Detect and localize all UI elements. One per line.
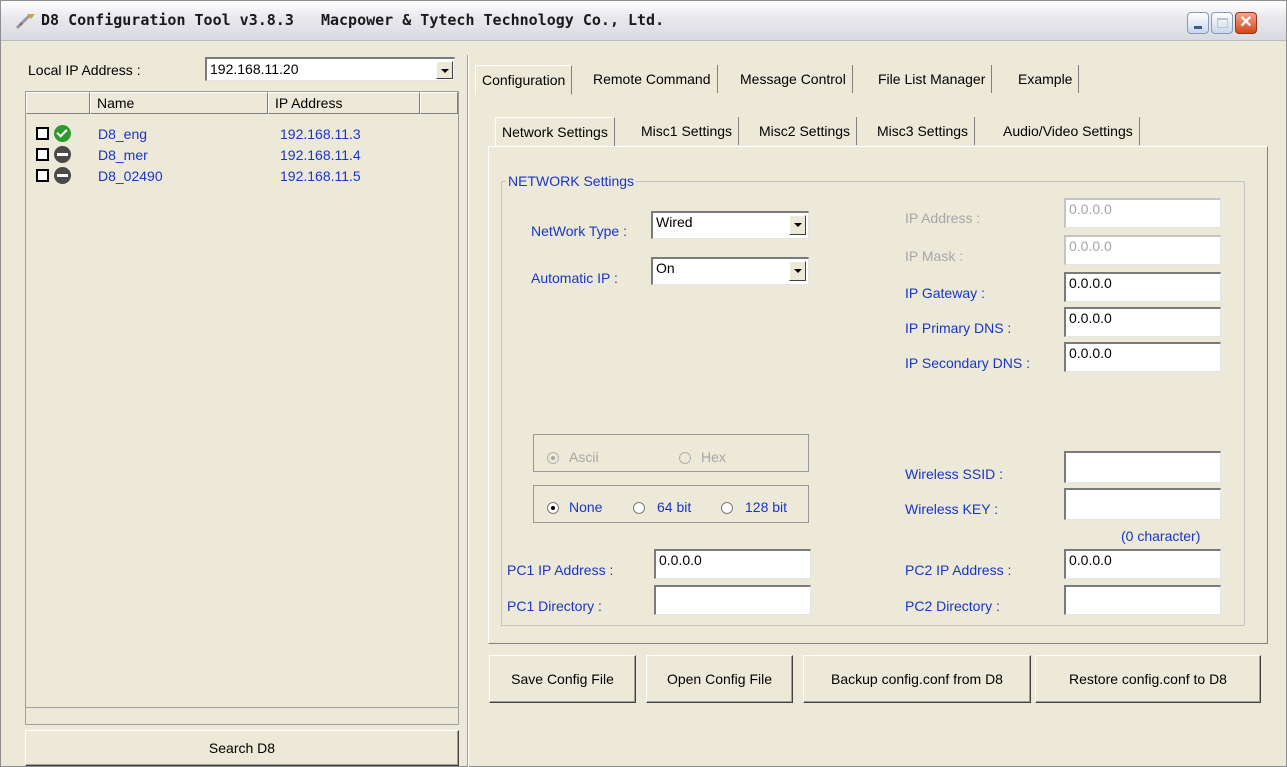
chevron-down-icon[interactable] — [789, 261, 806, 281]
device-ip: 192.168.11.5 — [280, 168, 361, 184]
encryption-64bit-radio[interactable] — [633, 502, 645, 514]
tab-configuration[interactable]: Configuration — [475, 65, 573, 95]
pc2-ip-field[interactable]: 0.0.0.0 — [1064, 549, 1221, 579]
save-config-button[interactable]: Save Config File — [489, 655, 636, 703]
title-bar[interactable]: D8 Configuration Tool v3.8.3 Macpower & … — [1, 1, 1286, 41]
tab-message-control[interactable]: Message Control — [734, 65, 853, 93]
network-group-title: NETWORK Settings — [506, 173, 637, 189]
hex-radio[interactable] — [679, 452, 691, 464]
ascii-label: Ascii — [569, 449, 599, 465]
encryption-none-radio[interactable] — [547, 502, 559, 514]
search-d8-button[interactable]: Search D8 — [25, 730, 459, 766]
automatic-ip-combo[interactable]: On — [651, 257, 809, 285]
automatic-ip-label: Automatic IP : — [531, 270, 618, 286]
pc2-directory-field[interactable] — [1064, 585, 1221, 615]
ip-address-label: IP Address : — [905, 210, 981, 226]
device-name: D8_02490 — [98, 168, 163, 184]
device-row[interactable]: D8_mer 192.168.11.4 — [26, 145, 458, 167]
pc1-ip-label: PC1 IP Address : — [507, 562, 614, 578]
ip-primary-dns-label: IP Primary DNS : — [905, 320, 1012, 336]
tab-example[interactable]: Example — [1012, 65, 1080, 93]
tab-misc1-settings[interactable]: Misc1 Settings — [635, 117, 740, 145]
ip-secondary-dns-label: IP Secondary DNS : — [905, 355, 1031, 371]
device-ip: 192.168.11.3 — [280, 126, 361, 142]
hex-label: Hex — [701, 449, 726, 465]
tab-file-list-manager[interactable]: File List Manager — [872, 65, 993, 93]
pc1-ip-field[interactable]: 0.0.0.0 — [654, 549, 811, 579]
pane-divider[interactable] — [467, 55, 469, 767]
ip-primary-dns-field[interactable]: 0.0.0.0 — [1064, 307, 1221, 337]
automatic-ip-value: On — [656, 260, 675, 276]
ip-secondary-dns-field[interactable]: 0.0.0.0 — [1064, 342, 1221, 372]
tab-misc3-settings[interactable]: Misc3 Settings — [871, 117, 976, 145]
tab-remote-command[interactable]: Remote Command — [587, 65, 718, 93]
backup-config-button[interactable]: Backup config.conf from D8 — [803, 655, 1031, 703]
pc2-ip-label: PC2 IP Address : — [905, 562, 1012, 578]
ip-mask-label: IP Mask : — [905, 248, 964, 264]
encryption-128bit-label: 128 bit — [745, 499, 788, 515]
main-tab-strip: Configuration Remote Command Message Con… — [475, 65, 1275, 95]
wireless-key-label: Wireless KEY : — [905, 501, 999, 517]
ip-gateway-field[interactable]: 0.0.0.0 — [1064, 272, 1221, 302]
encryption-128bit-radio[interactable] — [721, 502, 733, 514]
local-ip-combo[interactable]: 192.168.11.20 — [205, 57, 455, 81]
local-ip-label: Local IP Address : — [28, 62, 141, 78]
device-checkbox[interactable] — [36, 169, 49, 182]
online-status-icon — [54, 125, 71, 142]
device-checkbox[interactable] — [36, 127, 49, 140]
encryption-64bit-label: 64 bit — [657, 499, 692, 515]
wireless-ssid-label: Wireless SSID : — [905, 466, 1004, 482]
chevron-down-icon[interactable] — [436, 61, 453, 79]
app-icon — [15, 14, 35, 30]
restore-config-button[interactable]: Restore config.conf to D8 — [1035, 655, 1261, 703]
column-header-filler — [420, 92, 458, 114]
window-title: D8 Configuration Tool v3.8.3 Macpower & … — [41, 11, 665, 29]
pc2-directory-label: PC2 Directory : — [905, 598, 1000, 614]
ip-address-field[interactable]: 0.0.0.0 — [1064, 198, 1221, 228]
wireless-ssid-field[interactable] — [1064, 451, 1221, 483]
device-checkbox[interactable] — [36, 148, 49, 161]
open-config-button[interactable]: Open Config File — [646, 655, 793, 703]
encryption-none-label: None — [569, 499, 603, 515]
wireless-key-char-count: (0 character) — [1121, 528, 1201, 544]
column-header-ip[interactable]: IP Address — [268, 92, 420, 114]
ip-gateway-label: IP Gateway : — [905, 285, 985, 301]
chevron-down-icon[interactable] — [789, 215, 806, 235]
close-button[interactable]: ✕ — [1235, 12, 1257, 34]
minimize-icon — [1194, 26, 1202, 29]
network-type-combo[interactable]: Wired — [651, 211, 809, 239]
device-list-header: Name IP Address — [26, 92, 458, 114]
tab-audio-video-settings[interactable]: Audio/Video Settings — [997, 117, 1140, 145]
search-progress-bar — [25, 707, 459, 725]
maximize-icon — [1217, 18, 1228, 28]
device-name: D8_eng — [98, 126, 148, 142]
device-name: D8_mer — [98, 147, 148, 163]
offline-status-icon — [54, 167, 71, 184]
device-list[interactable]: Name IP Address D8_eng 192.168.11.3 D8_m… — [25, 91, 459, 719]
pc1-directory-label: PC1 Directory : — [507, 598, 602, 614]
sub-tab-strip: Network Settings Misc1 Settings Misc2 Se… — [495, 117, 1195, 147]
pc1-directory-field[interactable] — [654, 585, 811, 615]
maximize-button[interactable] — [1211, 12, 1233, 34]
wireless-key-field[interactable] — [1064, 488, 1221, 520]
device-row[interactable]: D8_02490 192.168.11.5 — [26, 166, 458, 188]
close-icon: ✕ — [1239, 14, 1253, 31]
device-ip: 192.168.11.4 — [280, 147, 361, 163]
ip-mask-field[interactable]: 0.0.0.0 — [1064, 235, 1221, 265]
column-header-check[interactable] — [26, 92, 90, 114]
ascii-radio[interactable] — [547, 452, 559, 464]
minimize-button[interactable] — [1187, 12, 1209, 34]
column-header-name[interactable]: Name — [90, 92, 268, 114]
device-row[interactable]: D8_eng 192.168.11.3 — [26, 124, 458, 146]
local-ip-value: 192.168.11.20 — [210, 61, 299, 77]
app-window: D8 Configuration Tool v3.8.3 Macpower & … — [0, 0, 1287, 767]
offline-status-icon — [54, 146, 71, 163]
network-type-value: Wired — [656, 214, 693, 230]
network-type-label: NetWork Type : — [531, 223, 627, 239]
tab-misc2-settings[interactable]: Misc2 Settings — [753, 117, 858, 145]
tab-network-settings[interactable]: Network Settings — [495, 117, 615, 147]
